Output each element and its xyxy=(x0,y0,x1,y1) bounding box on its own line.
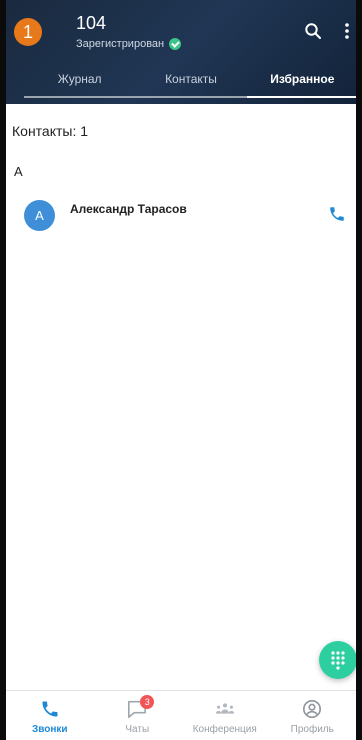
dialpad-icon xyxy=(331,651,345,670)
nav-chats-label: Чаты xyxy=(125,724,150,735)
nav-calls[interactable]: Звонки xyxy=(6,691,94,740)
nav-conference[interactable]: Конференция xyxy=(181,691,269,740)
tab-journal[interactable]: Журнал xyxy=(24,68,136,104)
dialpad-button[interactable] xyxy=(319,641,356,679)
app-header: 1 104 Зарегистрирован Журнал Контакты Из… xyxy=(6,0,356,104)
nav-chats[interactable]: 3 Чаты xyxy=(94,691,182,740)
nav-profile[interactable]: Профиль xyxy=(269,691,357,740)
profile-icon xyxy=(303,700,322,718)
more-vert-icon[interactable] xyxy=(344,22,350,40)
phone-icon xyxy=(42,701,58,717)
screen: 1 104 Зарегистрирован Журнал Контакты Из… xyxy=(6,0,356,740)
nav-profile-label: Профиль xyxy=(290,724,334,735)
nav-conference-label: Конференция xyxy=(192,724,257,735)
conference-icon xyxy=(215,703,234,714)
avatar: А xyxy=(24,200,55,231)
nav-calls-label: Звонки xyxy=(31,724,68,735)
extension-number: 104 xyxy=(76,13,107,33)
phone-icon[interactable] xyxy=(328,205,346,223)
tab-favorites[interactable]: Избранное xyxy=(246,68,356,104)
registration-status: Зарегистрирован xyxy=(76,38,182,50)
check-icon xyxy=(169,38,182,50)
unread-badge: 3 xyxy=(140,695,155,709)
contact-name: Александр Тарасов xyxy=(70,202,187,216)
header-tabs: Журнал Контакты Избранное xyxy=(24,68,356,104)
contacts-count: Контакты: 1 xyxy=(12,123,89,139)
list-item[interactable]: А Александр Тарасов xyxy=(6,195,356,235)
tab-contacts[interactable]: Контакты xyxy=(135,68,247,104)
search-icon[interactable] xyxy=(304,22,322,40)
bottom-nav: Звонки 3 Чаты Конференция Профиль xyxy=(6,690,356,740)
account-avatar[interactable]: 1 xyxy=(14,18,42,46)
section-letter: А xyxy=(14,164,23,179)
registration-status-text: Зарегистрирован xyxy=(76,38,165,50)
